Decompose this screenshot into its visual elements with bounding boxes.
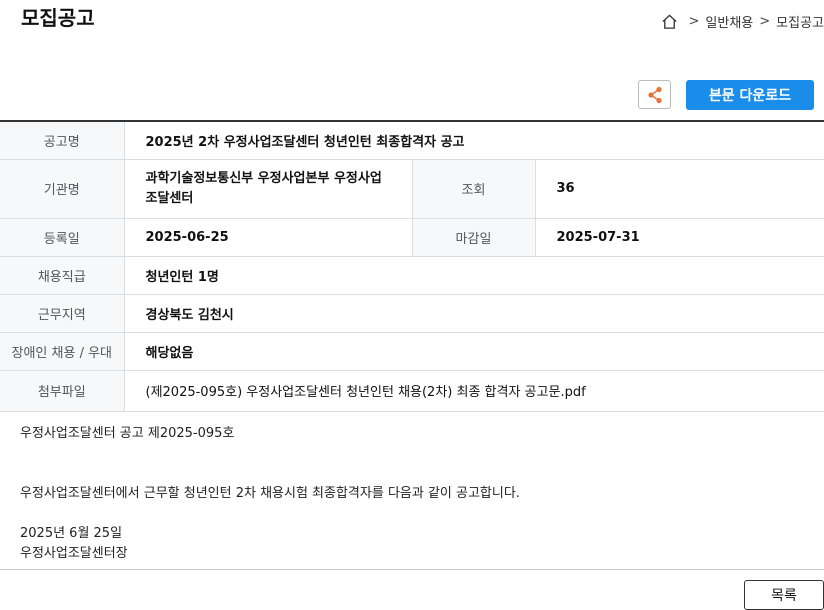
deadline-value: 2025-07-31 (535, 218, 824, 257)
org-label: 기관명 (0, 159, 125, 219)
breadcrumb-item-general-hiring[interactable]: 일반채용 (705, 12, 753, 31)
notice-name-label: 공고명 (0, 121, 125, 160)
breadcrumb-separator: > (759, 14, 771, 29)
notice-info-table: 공고명 2025년 2차 우정사업조달센터 청년인턴 최종합격자 공고 기관명 … (0, 120, 824, 412)
table-row: 기관명 과학기술정보통신부 우정사업본부 우정사업 조달센터 조회 36 (0, 159, 824, 219)
views-label: 조회 (412, 159, 536, 219)
attachment-label: 첨부파일 (0, 370, 125, 412)
disability-label: 장애인 채용 / 우대 (0, 332, 125, 371)
attachment-link[interactable]: (제2025-095호) 우정사업조달센터 청년인턴 채용(2차) 최종 합격자… (124, 370, 824, 412)
breadcrumb-item-notice[interactable]: 모집공고 (776, 12, 824, 31)
share-button[interactable] (638, 80, 671, 109)
share-icon (647, 86, 662, 103)
body-line: 우정사업조달센터장 (20, 546, 128, 561)
page-title: 모집공고 (21, 6, 95, 30)
org-value-line2: 조달센터 (145, 190, 194, 206)
body-line: 2025년 6월 25일 (20, 526, 123, 541)
views-value: 36 (535, 159, 824, 219)
download-button[interactable]: 본문 다운로드 (686, 80, 814, 110)
table-row: 공고명 2025년 2차 우정사업조달센터 청년인턴 최종합격자 공고 (0, 121, 824, 160)
reg-date-value: 2025-06-25 (124, 218, 413, 257)
breadcrumb: > 일반채용 > 모집공고 (661, 12, 824, 31)
disability-value: 해당없음 (124, 332, 824, 371)
body-line: 우정사업조달센터 공고 제2025-095호 (20, 426, 235, 441)
location-value: 경상북도 김천시 (124, 294, 824, 333)
location-label: 근무지역 (0, 294, 125, 333)
table-row: 첨부파일 (제2025-095호) 우정사업조달센터 청년인턴 채용(2차) 최… (0, 370, 824, 412)
breadcrumb-separator: > (688, 14, 700, 29)
deadline-label: 마감일 (412, 218, 536, 257)
table-row: 장애인 채용 / 우대 해당없음 (0, 332, 824, 371)
body-line: 우정사업조달센터에서 근무할 청년인턴 2차 채용시험 최종합격자를 다음과 같… (20, 486, 520, 501)
notice-name-value: 2025년 2차 우정사업조달센터 청년인턴 최종합격자 공고 (124, 121, 824, 160)
list-button[interactable]: 목록 (744, 580, 824, 610)
divider (0, 569, 824, 570)
position-value: 청년인턴 1명 (124, 256, 824, 295)
table-row: 근무지역 경상북도 김천시 (0, 294, 824, 333)
home-icon[interactable] (661, 13, 678, 30)
org-value: 과학기술정보통신부 우정사업본부 우정사업 조달센터 (124, 159, 413, 219)
reg-date-label: 등록일 (0, 218, 125, 257)
table-row: 등록일 2025-06-25 마감일 2025-07-31 (0, 218, 824, 257)
table-row: 채용직급 청년인턴 1명 (0, 256, 824, 295)
position-label: 채용직급 (0, 256, 125, 295)
org-value-line1: 과학기술정보통신부 우정사업본부 우정사업 (145, 170, 382, 186)
